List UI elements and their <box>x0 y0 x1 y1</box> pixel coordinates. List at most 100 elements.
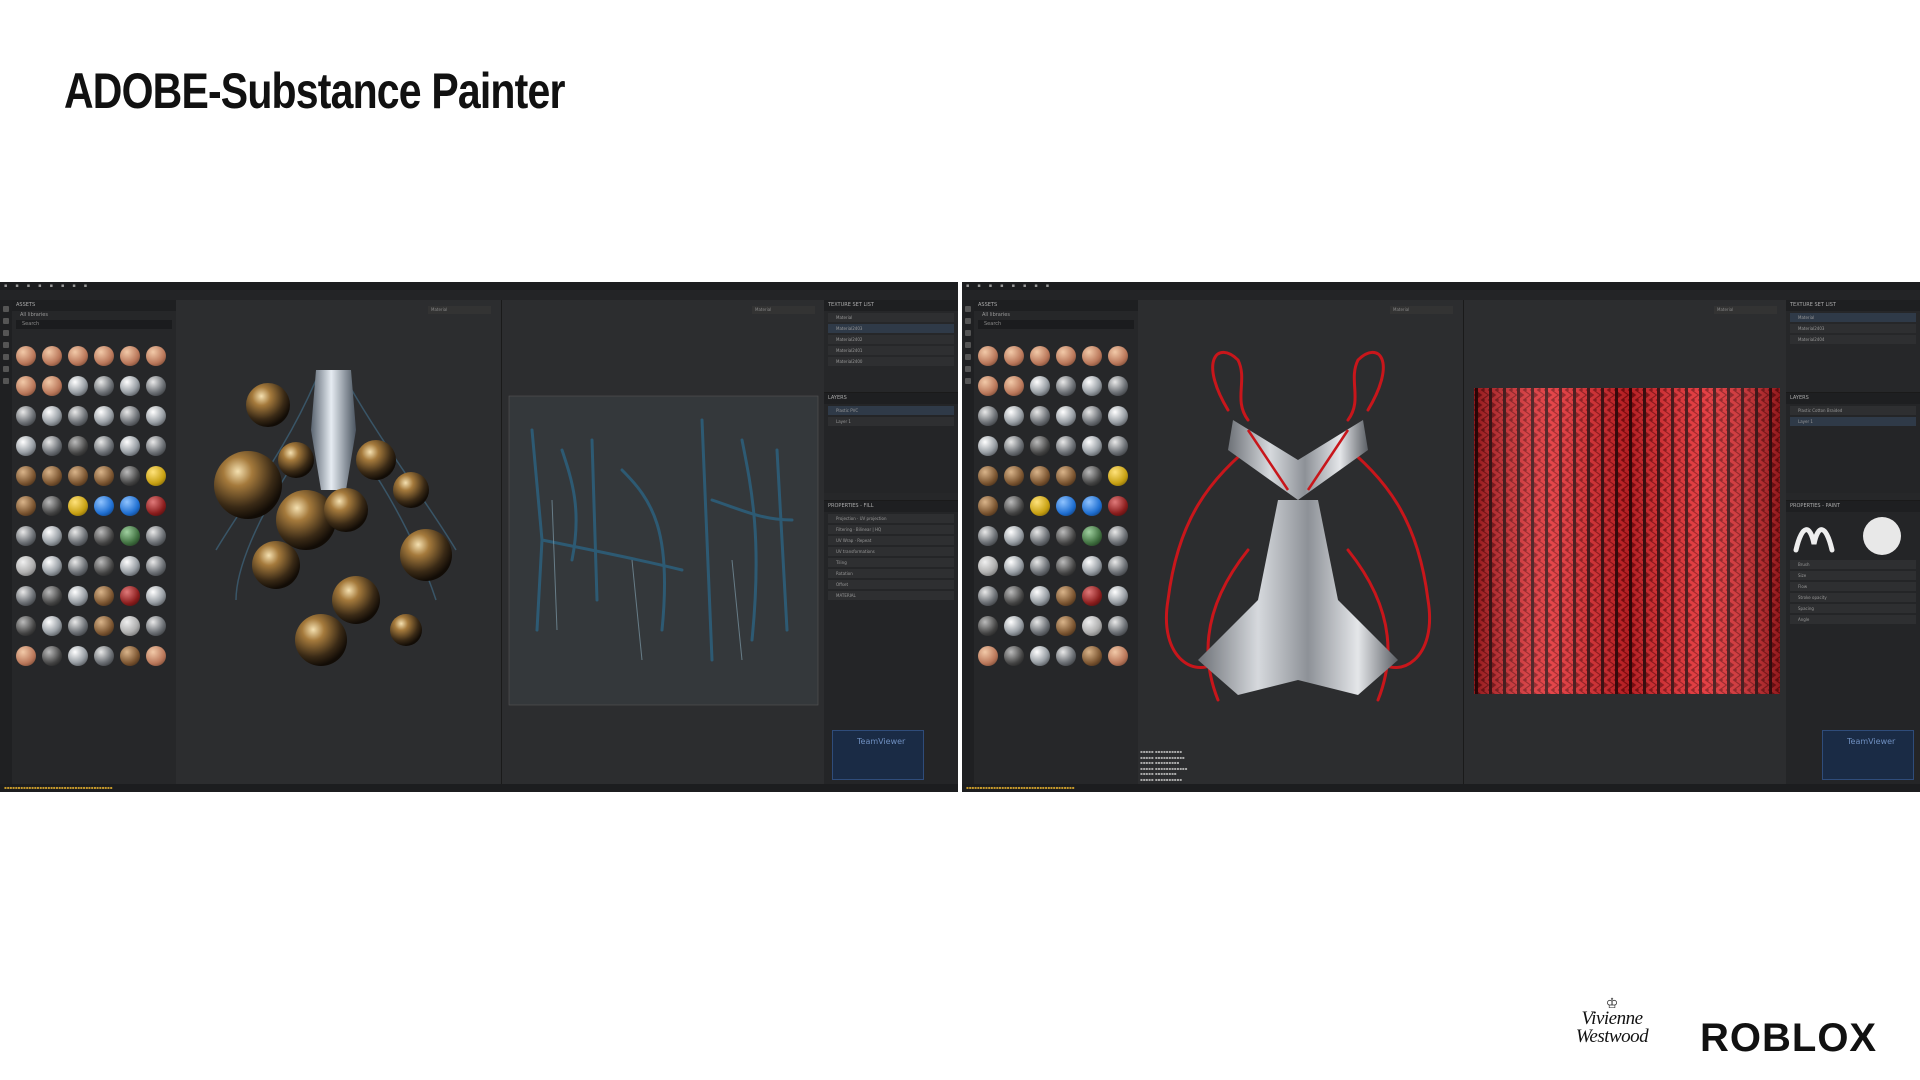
top-toolbar[interactable] <box>962 290 1920 300</box>
material-swatch[interactable] <box>94 526 114 546</box>
material-swatch[interactable] <box>68 406 88 426</box>
viewport-2d-mode-select[interactable]: Material <box>1714 306 1777 314</box>
layer-item[interactable]: Plastic PVC <box>828 406 954 415</box>
material-swatch[interactable] <box>68 646 88 666</box>
texture-set-item[interactable]: Material2400 <box>828 357 954 366</box>
material-swatch[interactable] <box>120 556 140 576</box>
material-swatch[interactable] <box>68 436 88 456</box>
material-swatch[interactable] <box>68 496 88 516</box>
material-swatch[interactable] <box>146 406 166 426</box>
material-swatch[interactable] <box>16 586 36 606</box>
clone-icon[interactable] <box>965 366 971 372</box>
material-swatch[interactable] <box>1108 436 1128 456</box>
spacing-slider[interactable]: Spacing <box>1790 604 1916 613</box>
picker-icon[interactable] <box>3 378 9 384</box>
material-swatch[interactable] <box>1108 616 1128 636</box>
material-swatch[interactable] <box>978 436 998 456</box>
material-swatch[interactable] <box>146 526 166 546</box>
angle-slider[interactable]: Angle <box>1790 615 1916 624</box>
material-swatch[interactable] <box>1082 406 1102 426</box>
material-swatch[interactable] <box>120 616 140 636</box>
material-swatch[interactable] <box>146 466 166 486</box>
eraser-icon[interactable] <box>965 318 971 324</box>
material-swatch-grid[interactable] <box>16 344 168 770</box>
material-swatch[interactable] <box>1030 556 1050 576</box>
material-swatch[interactable] <box>42 496 62 516</box>
material-swatch[interactable] <box>42 616 62 636</box>
material-swatch[interactable] <box>42 406 62 426</box>
clone-icon[interactable] <box>3 366 9 372</box>
layers-tab[interactable]: LAYERS <box>824 393 958 404</box>
menu-bar[interactable]: ▪ ▪ ▪ ▪ ▪ ▪ ▪ ▪ <box>0 282 958 290</box>
material-swatch[interactable] <box>1030 526 1050 546</box>
material-swatch[interactable] <box>1004 436 1024 456</box>
material-swatch[interactable] <box>1082 346 1102 366</box>
layer-stack[interactable]: Plastic PVC Layer 1 <box>824 406 958 426</box>
material-swatch[interactable] <box>120 406 140 426</box>
brush-header[interactable]: Brush <box>1790 560 1916 569</box>
material-swatch[interactable] <box>1030 436 1050 456</box>
material-swatch[interactable] <box>978 646 998 666</box>
material-swatch[interactable] <box>1004 616 1024 636</box>
material-swatch[interactable] <box>1056 616 1076 636</box>
material-swatch[interactable] <box>1082 646 1102 666</box>
material-swatch[interactable] <box>1108 406 1128 426</box>
material-swatch[interactable] <box>1056 526 1076 546</box>
material-swatch[interactable] <box>1082 496 1102 516</box>
material-swatch-grid[interactable] <box>978 344 1130 770</box>
assets-search-input[interactable]: Search <box>16 320 172 329</box>
material-swatch[interactable] <box>16 346 36 366</box>
material-swatch[interactable] <box>68 466 88 486</box>
teamviewer-popup[interactable]: TeamViewer <box>832 730 924 780</box>
material-swatch[interactable] <box>68 346 88 366</box>
material-swatch[interactable] <box>94 406 114 426</box>
material-swatch[interactable] <box>1056 436 1076 456</box>
material-swatch[interactable] <box>94 376 114 396</box>
material-swatch[interactable] <box>1030 616 1050 636</box>
material-swatch[interactable] <box>1108 466 1128 486</box>
material-swatch[interactable] <box>978 586 998 606</box>
paint-brush-icon[interactable] <box>3 306 9 312</box>
material-swatch[interactable] <box>94 496 114 516</box>
viewport-3d-mode-select[interactable]: Material <box>428 306 491 314</box>
texture-set-item[interactable]: Material2403 <box>1790 324 1916 333</box>
material-swatch[interactable] <box>146 346 166 366</box>
material-swatch[interactable] <box>1056 556 1076 576</box>
assets-library-filter[interactable]: All libraries <box>974 311 1138 319</box>
material-swatch[interactable] <box>1056 466 1076 486</box>
material-swatch[interactable] <box>68 376 88 396</box>
projection-icon[interactable] <box>965 330 971 336</box>
polygon-fill-icon[interactable] <box>3 342 9 348</box>
texture-set-item[interactable]: Material <box>1790 313 1916 322</box>
material-swatch[interactable] <box>16 616 36 636</box>
material-swatch[interactable] <box>1004 406 1024 426</box>
material-swatch[interactable] <box>42 436 62 456</box>
material-swatch[interactable] <box>978 526 998 546</box>
material-swatch[interactable] <box>146 616 166 636</box>
material-swatch[interactable] <box>42 646 62 666</box>
material-swatch[interactable] <box>16 646 36 666</box>
material-swatch[interactable] <box>1108 496 1128 516</box>
material-swatch[interactable] <box>978 496 998 516</box>
material-swatch[interactable] <box>68 556 88 576</box>
material-swatch[interactable] <box>1030 346 1050 366</box>
viewport-3d[interactable]: Material <box>176 300 501 784</box>
polygon-fill-icon[interactable] <box>965 342 971 348</box>
material-swatch[interactable] <box>146 496 166 516</box>
material-swatch[interactable] <box>1082 616 1102 636</box>
material-swatch[interactable] <box>1108 556 1128 576</box>
material-swatch[interactable] <box>1030 496 1050 516</box>
viewport-3d-mode-select[interactable]: Material <box>1390 306 1453 314</box>
stroke-opacity-slider[interactable]: Stroke opacity <box>1790 593 1916 602</box>
material-swatch[interactable] <box>68 616 88 636</box>
viewport-2d-uv[interactable]: Material <box>501 300 825 784</box>
layer-item[interactable]: Layer 1 <box>1790 417 1916 426</box>
layer-item[interactable]: Layer 1 <box>828 417 954 426</box>
material-swatch[interactable] <box>94 436 114 456</box>
smudge-icon[interactable] <box>965 354 971 360</box>
material-swatch[interactable] <box>16 526 36 546</box>
material-swatch[interactable] <box>120 586 140 606</box>
material-swatch[interactable] <box>94 466 114 486</box>
material-swatch[interactable] <box>16 466 36 486</box>
material-swatch[interactable] <box>68 526 88 546</box>
